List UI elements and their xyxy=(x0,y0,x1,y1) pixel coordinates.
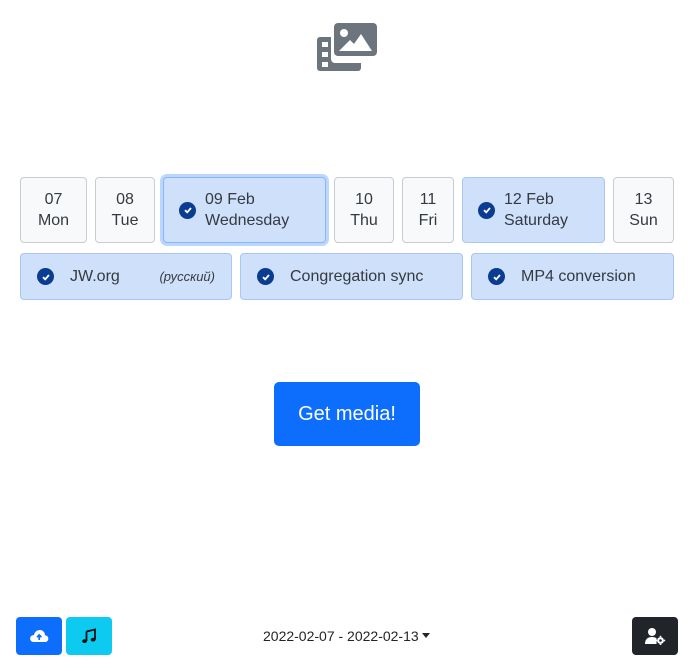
congregation-sync-toggle[interactable]: Congregation sync xyxy=(240,253,463,300)
day-wednesday[interactable]: 09 Feb Wednesday xyxy=(163,177,326,243)
day-name: Sun xyxy=(629,212,658,229)
day-name: Fri xyxy=(418,212,438,229)
jw-org-label: JW.org xyxy=(70,267,120,285)
day-name: Mon xyxy=(37,212,70,229)
user-cog-icon xyxy=(645,628,666,645)
day-tuesday[interactable]: 08 Tue xyxy=(95,177,155,243)
photo-film-icon xyxy=(317,23,379,71)
check-circle-icon xyxy=(257,268,274,285)
settings-button[interactable] xyxy=(632,617,678,655)
day-number: 09 Feb xyxy=(205,191,255,208)
date-range-dropdown[interactable]: 2022-02-07 - 2022-02-13 xyxy=(263,628,430,644)
language-label: (русский) xyxy=(159,269,215,284)
check-circle-icon xyxy=(488,268,505,285)
day-number: 10 xyxy=(355,191,373,208)
check-circle-icon xyxy=(179,201,196,219)
day-saturday[interactable]: 12 Feb Saturday xyxy=(462,177,605,243)
check-circle-icon xyxy=(478,201,495,219)
caret-down-icon xyxy=(421,632,430,638)
mp4-conversion-toggle[interactable]: MP4 conversion xyxy=(471,253,674,300)
music-button[interactable] xyxy=(66,617,112,655)
check-circle-icon xyxy=(37,268,54,285)
cloud-upload-icon xyxy=(30,630,49,642)
day-friday[interactable]: 11 Fri xyxy=(402,177,454,243)
music-note-icon xyxy=(82,628,96,644)
day-name: Saturday xyxy=(504,212,569,229)
get-media-button[interactable]: Get media! xyxy=(274,382,420,446)
day-monday[interactable]: 07 Mon xyxy=(20,177,87,243)
day-number: 07 xyxy=(44,191,63,208)
day-name: Wednesday xyxy=(205,212,290,229)
jw-org-toggle[interactable]: JW.org (русский) xyxy=(20,253,232,300)
day-number: 08 xyxy=(116,191,134,208)
congregation-sync-label: Congregation sync xyxy=(290,267,424,285)
day-number: 13 xyxy=(634,191,653,208)
day-number: 11 xyxy=(419,191,437,208)
day-name: Tue xyxy=(111,212,139,229)
upload-button[interactable] xyxy=(16,617,62,655)
mp4-conversion-label: MP4 conversion xyxy=(521,267,636,285)
date-range-label: 2022-02-07 - 2022-02-13 xyxy=(263,628,419,644)
day-number: 12 Feb xyxy=(504,191,554,208)
day-sunday[interactable]: 13 Sun xyxy=(613,177,674,243)
day-thursday[interactable]: 10 Thu xyxy=(334,177,394,243)
day-name: Thu xyxy=(350,212,378,229)
